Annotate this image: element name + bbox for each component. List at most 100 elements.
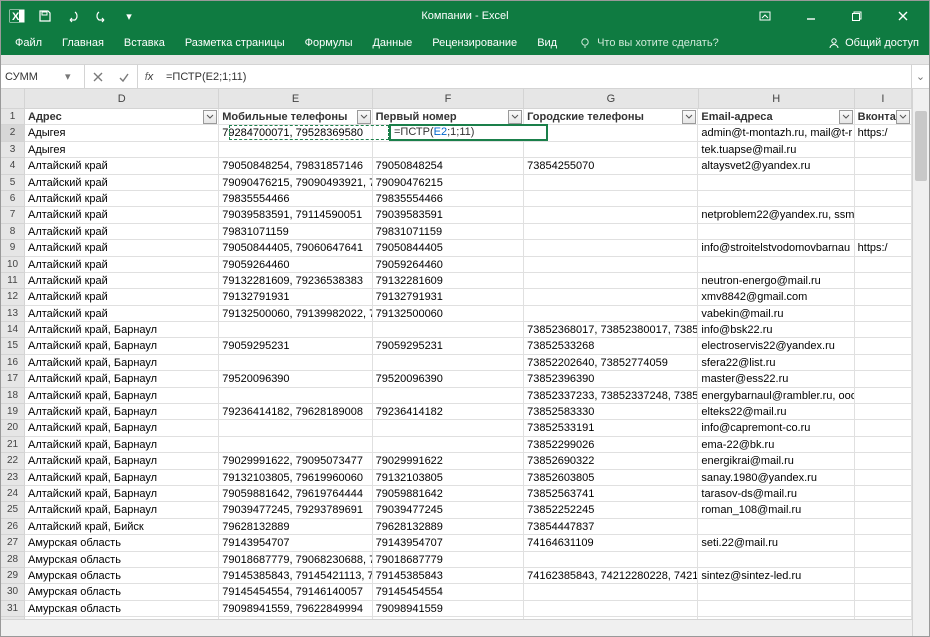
cell[interactable]	[698, 519, 854, 534]
cell[interactable]: Адыгея	[25, 142, 219, 157]
cell[interactable]: Амурская область	[25, 535, 219, 550]
cell[interactable]	[373, 125, 524, 140]
cell[interactable]	[698, 601, 854, 616]
cell[interactable]: 79050848254, 79831857146	[219, 158, 372, 173]
cell[interactable]: 73854255070	[524, 158, 698, 173]
row-header[interactable]: 20	[1, 420, 24, 436]
header-cell[interactable]: Адрес	[25, 109, 219, 124]
cell[interactable]: sanay.1980@yandex.ru	[698, 470, 854, 485]
cell[interactable]: info@bsk22.ru	[698, 322, 854, 337]
row-header[interactable]: 16	[1, 355, 24, 371]
row-header[interactable]: 27	[1, 535, 24, 551]
formula-text[interactable]: =ПСТР(E2;1;11)	[166, 71, 246, 83]
cell[interactable]: 79098941559, 79622849994	[219, 601, 372, 616]
cell[interactable]: tarasov-ds@mail.ru	[698, 486, 854, 501]
cell[interactable]: Алтайский край, Барнаул	[25, 355, 219, 370]
row-header[interactable]: 13	[1, 306, 24, 322]
row-header[interactable]: 10	[1, 257, 24, 273]
cell[interactable]: 79059264460	[373, 257, 524, 272]
cell[interactable]: 79132281609	[373, 273, 524, 288]
cell[interactable]	[855, 584, 912, 599]
cell[interactable]: info@capremont-co.ru	[698, 420, 854, 435]
cell[interactable]: Алтайский край, Барнаул	[25, 437, 219, 452]
cell[interactable]: 79145385843	[373, 568, 524, 583]
cell[interactable]: 79143954707	[219, 535, 372, 550]
cell[interactable]	[855, 322, 912, 337]
cell[interactable]	[524, 191, 698, 206]
header-cell[interactable]: Вконта	[855, 109, 912, 124]
row-header[interactable]: 6	[1, 191, 24, 207]
cell[interactable]: 73852690322	[524, 453, 698, 468]
cell[interactable]	[855, 191, 912, 206]
cell[interactable]: 79143954707	[373, 535, 524, 550]
cell[interactable]: 79236414182, 79628189008	[219, 404, 372, 419]
row-header[interactable]: 2	[1, 125, 24, 141]
cell[interactable]	[855, 502, 912, 517]
header-cell[interactable]: Мобильные телефоны	[219, 109, 372, 124]
formula-expand-icon[interactable]: ⌄	[911, 65, 929, 88]
tab-data[interactable]: Данные	[362, 31, 422, 55]
cell[interactable]: roman_108@mail.ru	[698, 502, 854, 517]
cell[interactable]	[524, 552, 698, 567]
cell[interactable]: netproblem22@yandex.ru, ssm39a@ya	[698, 207, 854, 222]
cell[interactable]	[855, 355, 912, 370]
cell[interactable]: 79132281609, 79236538383	[219, 273, 372, 288]
cell[interactable]	[855, 437, 912, 452]
ribbon-options-icon[interactable]	[745, 4, 785, 28]
cell[interactable]: Амурская область	[25, 552, 219, 567]
cell[interactable]	[855, 257, 912, 272]
cell[interactable]	[524, 584, 698, 599]
filter-dropdown-icon[interactable]	[508, 110, 522, 124]
cell[interactable]	[524, 142, 698, 157]
cell[interactable]: 79132791931	[219, 289, 372, 304]
cell[interactable]	[855, 388, 912, 403]
cell[interactable]: 79132500060, 79139982022, 7923	[219, 306, 372, 321]
select-all-corner[interactable]	[1, 89, 25, 109]
cell[interactable]: 79619572740	[219, 617, 372, 619]
cell[interactable]: 79090476215	[373, 175, 524, 190]
cell[interactable]	[855, 207, 912, 222]
row-header[interactable]: 3	[1, 142, 24, 158]
cell[interactable]	[855, 519, 912, 534]
row-header[interactable]: 15	[1, 338, 24, 354]
cell[interactable]: 79145454554, 79146140057	[219, 584, 372, 599]
cell[interactable]: 79039583591, 79114590051	[219, 207, 372, 222]
row-header[interactable]: 18	[1, 388, 24, 404]
cell[interactable]: 73852533268	[524, 338, 698, 353]
cell[interactable]: 79132500060	[373, 306, 524, 321]
cell[interactable]: 79628132889	[219, 519, 372, 534]
header-cell[interactable]: Первый номер	[373, 109, 524, 124]
close-icon[interactable]	[883, 4, 923, 28]
cell[interactable]: ema-22@bk.ru	[698, 437, 854, 452]
cell[interactable]: 79029991622	[373, 453, 524, 468]
cell[interactable]: Амурская область	[25, 617, 219, 619]
cell[interactable]: 74164631109	[524, 535, 698, 550]
cell[interactable]	[855, 273, 912, 288]
cell[interactable]: 73852603805	[524, 470, 698, 485]
cell[interactable]: 79145385843, 79145421113, 7914	[219, 568, 372, 583]
cell[interactable]: 79619572740	[373, 617, 524, 619]
cell[interactable]: 79059295231	[219, 338, 372, 353]
tab-review[interactable]: Рецензирование	[422, 31, 527, 55]
cell[interactable]: neutron-energo@mail.ru	[698, 273, 854, 288]
row-header[interactable]: 7	[1, 207, 24, 223]
cell[interactable]: Алтайский край	[25, 191, 219, 206]
cell[interactable]	[524, 273, 698, 288]
header-cell[interactable]: Email-адреса	[698, 109, 854, 124]
filter-dropdown-icon[interactable]	[682, 110, 696, 124]
cell[interactable]: 73852202640, 73852774059	[524, 355, 698, 370]
cell[interactable]: 73854447837	[524, 519, 698, 534]
row-header[interactable]: 28	[1, 552, 24, 568]
qat-dropdown-icon[interactable]: ▾	[119, 6, 139, 26]
cell[interactable]	[524, 224, 698, 239]
enter-icon[interactable]	[111, 71, 137, 83]
cell[interactable]: Алтайский край	[25, 158, 219, 173]
cell[interactable]	[524, 306, 698, 321]
cell[interactable]: 73852368017, 73852380017, 7385	[524, 322, 698, 337]
cell[interactable]: 79520096390	[219, 371, 372, 386]
tab-home[interactable]: Главная	[52, 31, 114, 55]
cell[interactable]: https:/	[855, 240, 912, 255]
cell[interactable]	[219, 142, 372, 157]
cell[interactable]	[373, 355, 524, 370]
cell[interactable]: 79059264460	[219, 257, 372, 272]
